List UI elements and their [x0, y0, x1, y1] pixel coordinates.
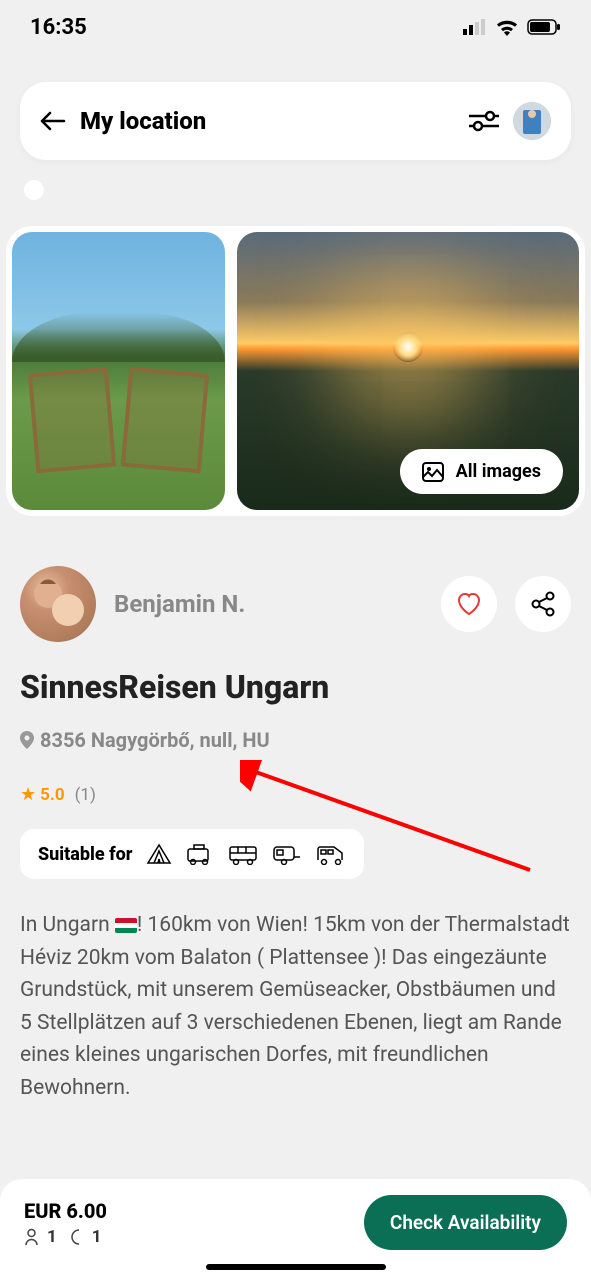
caravan-icon	[272, 843, 302, 865]
rating-row[interactable]: ★ 5.0 (1)	[20, 784, 571, 805]
wifi-icon	[495, 18, 519, 36]
all-images-button[interactable]: All images	[400, 449, 563, 494]
gallery-image-1[interactable]	[12, 232, 225, 510]
listing-content: Benjamin N. SinnesReisen Ungarn 8356 Nag…	[0, 516, 591, 1124]
check-availability-button[interactable]: Check Availability	[364, 1195, 567, 1250]
status-bar: 16:35	[0, 0, 591, 50]
price-currency: EUR	[24, 1199, 61, 1223]
signal-icon	[463, 19, 487, 35]
listing-description: In Ungarn ! 160km von Wien! 15km von der…	[20, 909, 571, 1104]
location-text: 8356 Nagygörbő, null, HU	[40, 728, 270, 752]
price-amount: 6.00	[66, 1199, 107, 1223]
status-icons	[463, 18, 561, 36]
location-row[interactable]: 8356 Nagygörbő, null, HU	[20, 728, 571, 752]
heart-icon	[456, 592, 482, 616]
person-icon	[24, 1228, 39, 1246]
host-row: Benjamin N.	[20, 566, 571, 642]
gallery-image-2[interactable]: All images	[237, 232, 579, 510]
persons-count: 1	[47, 1227, 57, 1247]
battery-icon	[527, 19, 561, 35]
status-time: 16:35	[30, 15, 87, 40]
vehicle-icons	[146, 843, 346, 865]
cta-label: Check Availability	[390, 1211, 541, 1234]
description-pre: In Ungarn	[20, 913, 115, 937]
price-block: EUR 6.00 1 1	[24, 1199, 107, 1247]
filter-icon[interactable]	[469, 110, 499, 132]
image-icon	[422, 462, 444, 482]
nights-count: 1	[92, 1227, 102, 1247]
share-button[interactable]	[515, 576, 571, 632]
moon-icon	[69, 1229, 84, 1245]
booking-meta: 1 1	[24, 1227, 107, 1247]
image-gallery: All images	[6, 226, 585, 516]
tent-icon	[146, 843, 172, 865]
hungary-flag-icon	[115, 918, 137, 933]
home-indicator	[206, 1264, 386, 1270]
top-location-card: My location	[20, 82, 571, 160]
bus-icon	[228, 843, 258, 865]
all-images-label: All images	[456, 461, 541, 482]
rating-count: (1)	[75, 785, 96, 805]
listing-title: SinnesReisen Ungarn	[20, 668, 571, 706]
star-icon: ★	[20, 784, 36, 805]
share-icon	[531, 591, 555, 617]
pin-icon	[20, 731, 34, 749]
host-name: Benjamin N.	[114, 590, 423, 618]
user-avatar[interactable]	[513, 102, 551, 140]
description-post: ! 160km von Wien! 15km von der Thermalst…	[20, 913, 570, 1100]
back-arrow-icon[interactable]	[40, 111, 66, 131]
price: EUR 6.00	[24, 1199, 107, 1223]
campervan-icon	[186, 843, 214, 865]
favorite-button[interactable]	[441, 576, 497, 632]
rating-value: 5.0	[40, 785, 64, 805]
suitable-label: Suitable for	[38, 844, 132, 865]
location-title: My location	[80, 107, 455, 135]
suitable-for-card: Suitable for	[20, 829, 364, 879]
indicator-dot	[24, 180, 44, 200]
motorhome-icon	[316, 843, 346, 865]
host-avatar[interactable]	[20, 566, 96, 642]
